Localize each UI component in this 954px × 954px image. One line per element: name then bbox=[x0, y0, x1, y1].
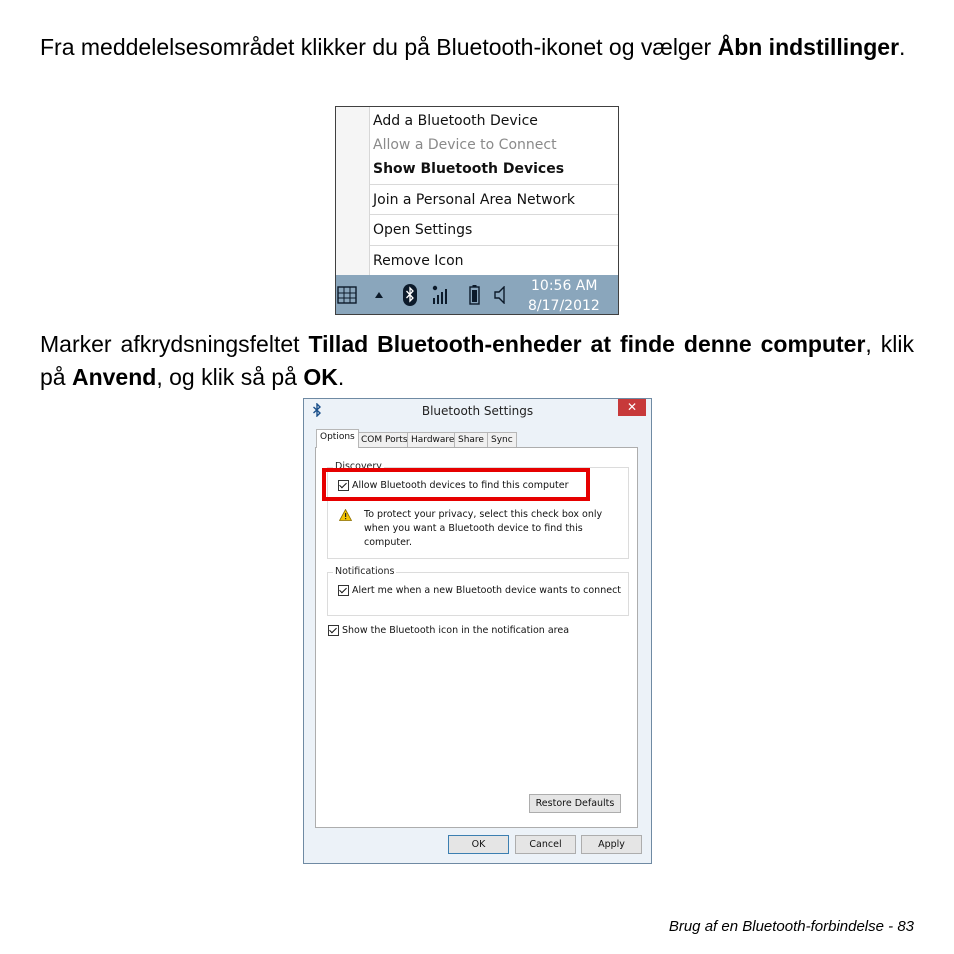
privacy-warning-text: To protect your privacy, select this che… bbox=[364, 509, 603, 548]
para1-end: . bbox=[899, 34, 906, 60]
page-footer: Brug af en Bluetooth-forbindelse - 83 bbox=[668, 918, 914, 935]
show-hidden-icons-chevron-icon[interactable] bbox=[374, 291, 384, 299]
network-signal-icon[interactable] bbox=[431, 284, 451, 306]
dialog-title: Bluetooth Settings bbox=[421, 404, 534, 418]
bluetooth-icon[interactable] bbox=[403, 284, 417, 306]
taskbar-time[interactable]: 10:56 AM bbox=[531, 278, 597, 294]
menu-item-allow-device: Allow a Device to Connect bbox=[373, 137, 557, 153]
close-button[interactable]: ✕ bbox=[618, 399, 646, 416]
tab-hardware[interactable]: Hardware bbox=[407, 432, 459, 447]
para1-bold: Åbn indstillinger bbox=[717, 34, 900, 60]
show-icon-checkbox[interactable] bbox=[328, 625, 339, 636]
ok-button[interactable]: OK bbox=[448, 835, 509, 854]
menu-separator bbox=[370, 184, 618, 185]
touch-keyboard-icon[interactable] bbox=[337, 286, 357, 304]
taskbar-date[interactable]: 8/17/2012 bbox=[528, 298, 600, 314]
instruction-paragraph-1: Fra meddelelsesområdet klikker du på Blu… bbox=[40, 31, 914, 64]
menu-item-show-devices[interactable]: Show Bluetooth Devices bbox=[373, 161, 564, 177]
menu-item-join-pan[interactable]: Join a Personal Area Network bbox=[373, 192, 575, 208]
para2-bold-2: Anvend bbox=[71, 364, 157, 390]
tab-com-ports[interactable]: COM Ports bbox=[357, 432, 412, 447]
speaker-icon[interactable] bbox=[494, 286, 508, 304]
highlight-box bbox=[322, 468, 590, 501]
cancel-button[interactable]: Cancel bbox=[515, 835, 576, 854]
apply-button[interactable]: Apply bbox=[581, 835, 642, 854]
restore-defaults-button[interactable]: Restore Defaults bbox=[529, 794, 621, 813]
show-icon-checkbox-row[interactable]: Show the Bluetooth icon in the notificat… bbox=[328, 625, 569, 636]
menu-icon-gutter bbox=[336, 107, 370, 275]
show-icon-label: Show the Bluetooth icon in the notificat… bbox=[342, 625, 570, 636]
para2-text-1: Marker afkrydsningsfeltet bbox=[40, 331, 309, 357]
para2-bold-1: Tillad Bluetooth-enheder at finde denne … bbox=[308, 331, 866, 357]
instruction-paragraph-2: Marker afkrydsningsfeltet Tillad Bluetoo… bbox=[40, 328, 914, 394]
battery-icon[interactable] bbox=[469, 285, 480, 305]
para2-bold-3: OK bbox=[303, 364, 338, 390]
menu-item-remove-icon[interactable]: Remove Icon bbox=[373, 253, 464, 269]
notifications-group-label: Notifications bbox=[333, 566, 397, 577]
para1-text: Fra meddelelsesområdet klikker du på Blu… bbox=[40, 34, 718, 60]
menu-separator bbox=[370, 214, 618, 215]
warning-icon bbox=[339, 509, 352, 521]
para2-text-4: . bbox=[337, 364, 345, 390]
bluetooth-context-menu-screenshot: Add a Bluetooth Device Allow a Device to… bbox=[335, 106, 619, 315]
alert-new-device-label: Alert me when a new Bluetooth device wan… bbox=[352, 585, 622, 596]
para2-text-3: , og klik så på bbox=[156, 364, 304, 390]
tab-options[interactable]: Options bbox=[316, 429, 359, 448]
alert-new-device-checkbox-row[interactable]: Alert me when a new Bluetooth device wan… bbox=[338, 585, 621, 596]
menu-item-open-settings[interactable]: Open Settings bbox=[373, 222, 472, 238]
tab-sync[interactable]: Sync bbox=[487, 432, 517, 447]
options-tab-panel: Discovery Allow Bluetooth devices to fin… bbox=[315, 447, 638, 828]
menu-item-add-device[interactable]: Add a Bluetooth Device bbox=[373, 113, 538, 129]
alert-new-device-checkbox[interactable] bbox=[338, 585, 349, 596]
menu-separator bbox=[370, 245, 618, 246]
taskbar: 10:56 AM 8/17/2012 bbox=[336, 275, 618, 314]
tab-share[interactable]: Share bbox=[454, 432, 488, 447]
